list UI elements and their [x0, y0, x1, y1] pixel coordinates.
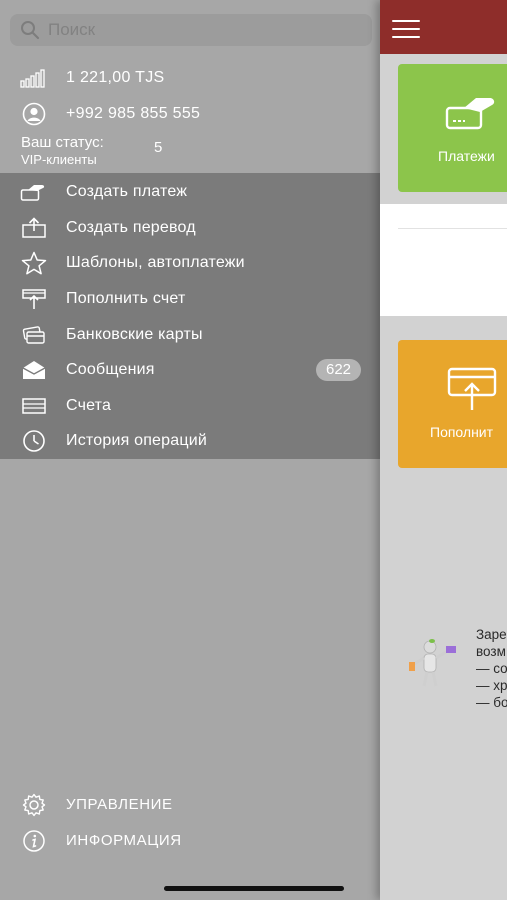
signal-bars-icon — [20, 66, 48, 90]
menu-item-label: Пополнить счет — [66, 289, 186, 307]
top-up-icon — [20, 287, 48, 311]
balance-value: 1 221,00 TJS — [66, 69, 165, 86]
main-content: Платежи Пополнит Заре возм — со — хр — б… — [380, 0, 507, 900]
menu-item-label: Сообщения — [66, 360, 155, 378]
menu-item-templates[interactable]: Шаблоны, автоплатежи — [0, 245, 380, 280]
phone-row[interactable]: +992 985 855 555 — [0, 96, 380, 132]
home-indicator — [164, 886, 344, 891]
messages-envelope-icon — [20, 358, 48, 382]
main-menu: Создать платеж Создать перевод Шаблоны, … — [0, 173, 380, 459]
payment-hand-icon — [20, 180, 48, 204]
menu-item-label: Счета — [66, 396, 112, 414]
menu-item-accounts[interactable]: Счета — [0, 388, 380, 423]
info-icon — [20, 829, 48, 853]
menu-item-label: Создать платеж — [66, 182, 188, 200]
hamburger-menu-icon[interactable] — [392, 20, 420, 38]
status-number: 5 — [154, 139, 163, 156]
transfer-upload-icon — [20, 216, 48, 240]
mascot-illustration — [409, 639, 456, 687]
menu-item-label: ИНФОРМАЦИЯ — [66, 832, 182, 849]
star-icon — [20, 251, 48, 275]
menu-item-label: Шаблоны, автоплатежи — [66, 253, 245, 271]
balance-row[interactable]: 1 221,00 TJS — [0, 60, 380, 96]
payments-tile-label: Платежи — [438, 148, 495, 164]
accounts-icon — [20, 394, 48, 418]
promo-text: Заре возм — со — хр — бо — [476, 627, 507, 710]
menu-item-create-payment[interactable]: Создать платеж — [0, 174, 380, 209]
client-status: Ваш статус: VIP-клиенты 5 — [21, 134, 162, 167]
content-panel — [380, 204, 507, 316]
top-bar — [380, 0, 507, 54]
status-label: Ваш статус: — [21, 134, 104, 151]
menu-item-settings[interactable]: УПРАВЛЕНИЕ — [0, 787, 380, 822]
payments-tile[interactable]: Платежи — [398, 64, 507, 192]
status-value: VIP-клиенты — [21, 152, 97, 167]
top-up-card-icon — [447, 367, 497, 410]
menu-item-label: УПРАВЛЕНИЕ — [66, 796, 173, 813]
divider — [398, 228, 507, 229]
bank-cards-icon — [20, 323, 48, 347]
search-input[interactable] — [46, 19, 350, 41]
top-up-tile-label: Пополнит — [430, 424, 494, 440]
search-icon — [21, 21, 40, 40]
menu-item-information[interactable]: ИНФОРМАЦИЯ — [0, 823, 380, 858]
menu-item-label: Банковские карты — [66, 325, 203, 343]
messages-count-badge: 622 — [316, 358, 361, 381]
menu-item-label: История операций — [66, 431, 207, 449]
menu-item-top-up[interactable]: Пополнить счет — [0, 281, 380, 316]
menu-item-messages[interactable]: Сообщения 622 — [0, 352, 380, 387]
top-up-tile[interactable]: Пополнит — [398, 340, 507, 468]
menu-item-history[interactable]: История операций — [0, 423, 380, 458]
menu-item-bank-cards[interactable]: Банковские карты — [0, 317, 380, 352]
navigation-drawer: 1 221,00 TJS +992 985 855 555 Ваш статус… — [0, 0, 380, 900]
promo-banner: Заре возм — со — хр — бо — [380, 618, 507, 718]
gear-icon — [20, 793, 48, 817]
user-avatar-icon — [20, 102, 48, 126]
payment-card-hand-icon — [445, 98, 495, 130]
menu-item-create-transfer[interactable]: Создать перевод — [0, 210, 380, 245]
history-clock-icon — [20, 429, 48, 453]
phone-number: +992 985 855 555 — [66, 105, 201, 122]
search-bar[interactable] — [10, 14, 372, 46]
menu-item-label: Создать перевод — [66, 218, 196, 236]
